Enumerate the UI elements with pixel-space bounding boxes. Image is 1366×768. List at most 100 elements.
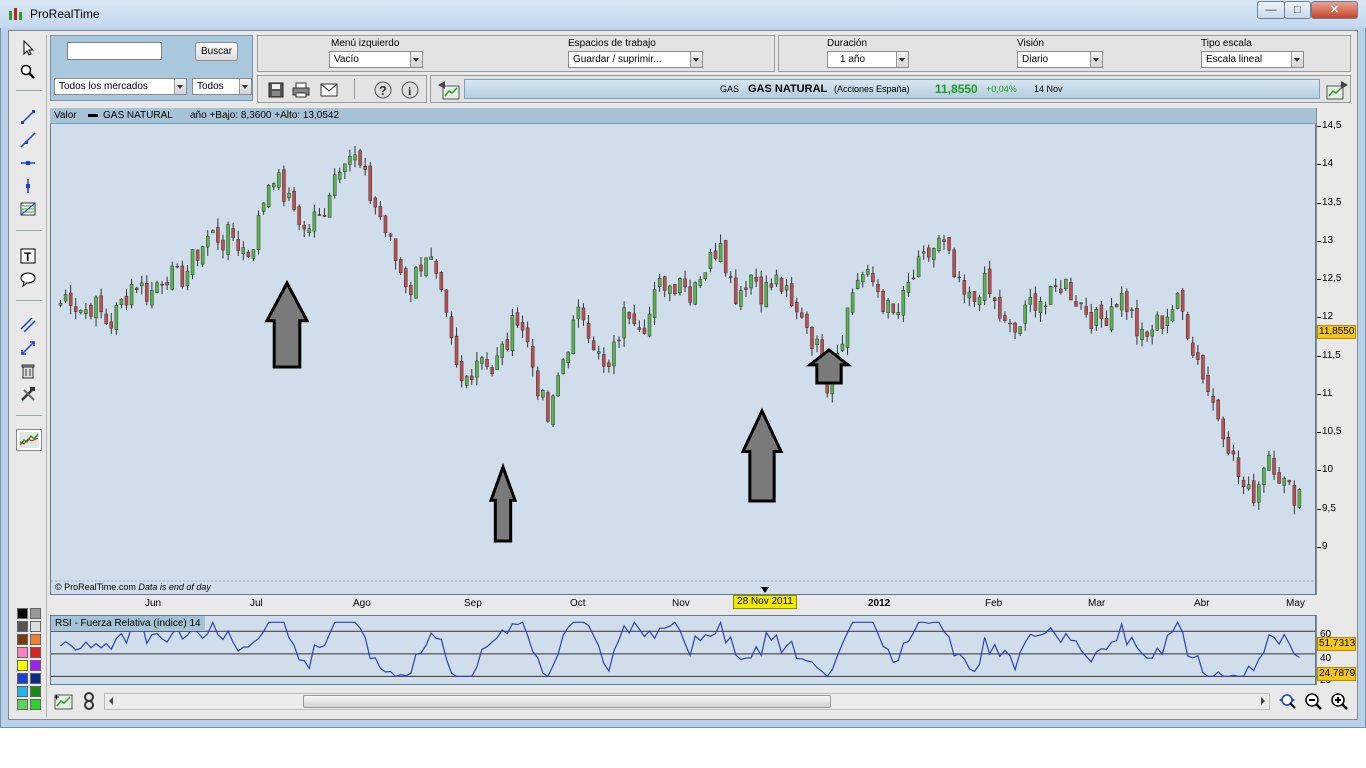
minimize-button[interactable]: —: [1257, 1, 1285, 19]
swatch-darkgray[interactable]: [17, 621, 28, 632]
trash-icon[interactable]: [17, 361, 39, 381]
duration-dropdown[interactable]: 1 año: [827, 51, 909, 68]
comment-icon[interactable]: [17, 269, 39, 289]
swatch-lime[interactable]: [30, 699, 41, 710]
candle: [627, 311, 631, 319]
candle: [500, 343, 504, 358]
candle: [94, 296, 98, 319]
scroll-left-icon[interactable]: [109, 697, 113, 705]
zoom-out-icon[interactable]: [1304, 692, 1324, 713]
swatch-lightgreen[interactable]: [17, 699, 28, 710]
workspaces-dropdown[interactable]: Guardar / suprimir...: [568, 51, 703, 68]
candle: [429, 256, 433, 260]
candle: [1297, 489, 1302, 508]
candle: [409, 285, 413, 295]
swatch-black[interactable]: [17, 608, 28, 619]
time-tick: Nov: [672, 598, 690, 609]
candle: [134, 287, 139, 290]
candlestick-plot[interactable]: [51, 109, 1315, 594]
scale-dropdown[interactable]: Escala lineal: [1201, 51, 1304, 68]
time-axis[interactable]: Jun Jul Ago Sep Oct Nov 2012 Feb Mar Abr May: [50, 595, 1316, 613]
swatch-red[interactable]: [30, 647, 41, 658]
candle: [505, 339, 510, 350]
up-arrow-icon: [488, 462, 518, 543]
workspace-panel: Menú izquierdo Vacío Espacios de trabajo…: [257, 35, 775, 72]
ticker-display[interactable]: GAS GAS NATURAL (Acciones España) 11,855…: [464, 79, 1320, 99]
search-input[interactable]: [67, 42, 162, 60]
swatch-lightgray[interactable]: [30, 621, 41, 632]
swatch-navy[interactable]: [30, 673, 41, 684]
zoom-in-icon[interactable]: [1330, 692, 1350, 713]
markets-dropdown[interactable]: Todos los mercados: [54, 78, 187, 95]
candle: [378, 206, 383, 218]
candle: [586, 323, 591, 339]
prev-chart-icon[interactable]: [437, 80, 461, 103]
swatch-purple[interactable]: [30, 660, 41, 671]
horizontal-line-icon[interactable]: [17, 153, 39, 173]
save-icon[interactable]: [268, 82, 284, 101]
next-chart-icon[interactable]: [1325, 80, 1349, 103]
trend-line-icon[interactable]: [17, 107, 39, 127]
candle: [937, 237, 941, 252]
swatch-cyan[interactable]: [17, 686, 28, 697]
print-icon[interactable]: [292, 82, 310, 101]
move-icon[interactable]: [17, 338, 39, 358]
price-axis[interactable]: 14,5 14 13,5 13 12,5 12 11,5 11 10,5 10 9,5 9: [1316, 108, 1356, 595]
filter-dropdown[interactable]: Todos: [192, 78, 252, 95]
candle: [1018, 326, 1022, 334]
candle: [1043, 305, 1048, 308]
scroll-right-icon[interactable]: [1261, 697, 1265, 705]
swatch-orange[interactable]: [30, 634, 41, 645]
scroll-thumb[interactable]: [303, 695, 831, 708]
rsi-plot[interactable]: [51, 616, 1315, 684]
zoom-icon[interactable]: [17, 62, 39, 82]
duration-value: 1 año: [840, 54, 866, 65]
candle: [1231, 450, 1236, 455]
ray-line-icon[interactable]: [17, 130, 39, 150]
candle: [1135, 308, 1139, 337]
candle: [881, 290, 885, 312]
app-icon: [8, 7, 24, 21]
candle: [1201, 355, 1205, 380]
swatch-gray[interactable]: [30, 608, 41, 619]
indicator-icon[interactable]: [16, 429, 42, 451]
fibonacci-icon[interactable]: [17, 199, 39, 219]
maximize-button[interactable]: □: [1284, 1, 1311, 19]
vertical-line-icon[interactable]: [17, 176, 39, 196]
candle: [541, 390, 545, 398]
candle: [525, 327, 530, 343]
candle: [205, 236, 210, 248]
swatch-brown[interactable]: [17, 634, 28, 645]
channel-icon[interactable]: [17, 315, 39, 335]
left-menu-dropdown[interactable]: Vacío: [329, 51, 423, 68]
help-icon[interactable]: ?: [374, 81, 392, 102]
price-tick-mark: [1317, 355, 1321, 357]
swatch-pink[interactable]: [17, 647, 28, 658]
time-tick: Ago: [353, 598, 371, 609]
candle: [1059, 288, 1063, 293]
link-icon[interactable]: [82, 692, 96, 713]
title-bar[interactable]: ProRealTime — □ ✕: [0, 0, 1366, 28]
search-button[interactable]: Buscar: [195, 42, 238, 61]
price-chart[interactable]: © ProRealTime.com Data is end of day: [50, 108, 1316, 595]
price-tick: 12: [1322, 311, 1334, 323]
fit-zoom-icon[interactable]: [1278, 692, 1298, 713]
text-tool-icon[interactable]: T: [17, 246, 39, 266]
candle: [1226, 436, 1231, 454]
email-icon[interactable]: [320, 83, 338, 100]
swatch-blue[interactable]: [17, 673, 28, 684]
candle: [1211, 395, 1215, 403]
view-dropdown[interactable]: Diario: [1017, 51, 1103, 68]
info-icon[interactable]: i: [401, 81, 419, 102]
candle: [266, 185, 271, 208]
rsi-panel[interactable]: RSI - Fuerza Relativa (índice) 14: [50, 615, 1316, 685]
close-button[interactable]: ✕: [1311, 1, 1358, 19]
pointer-icon[interactable]: [17, 38, 39, 58]
tools-icon[interactable]: [17, 384, 39, 404]
add-chart-icon[interactable]: +: [54, 692, 74, 713]
horizontal-scrollbar[interactable]: [104, 693, 1270, 710]
swatch-yellow[interactable]: [17, 660, 28, 671]
candle: [708, 252, 713, 269]
swatch-green[interactable]: [30, 686, 41, 697]
candle: [739, 290, 743, 307]
